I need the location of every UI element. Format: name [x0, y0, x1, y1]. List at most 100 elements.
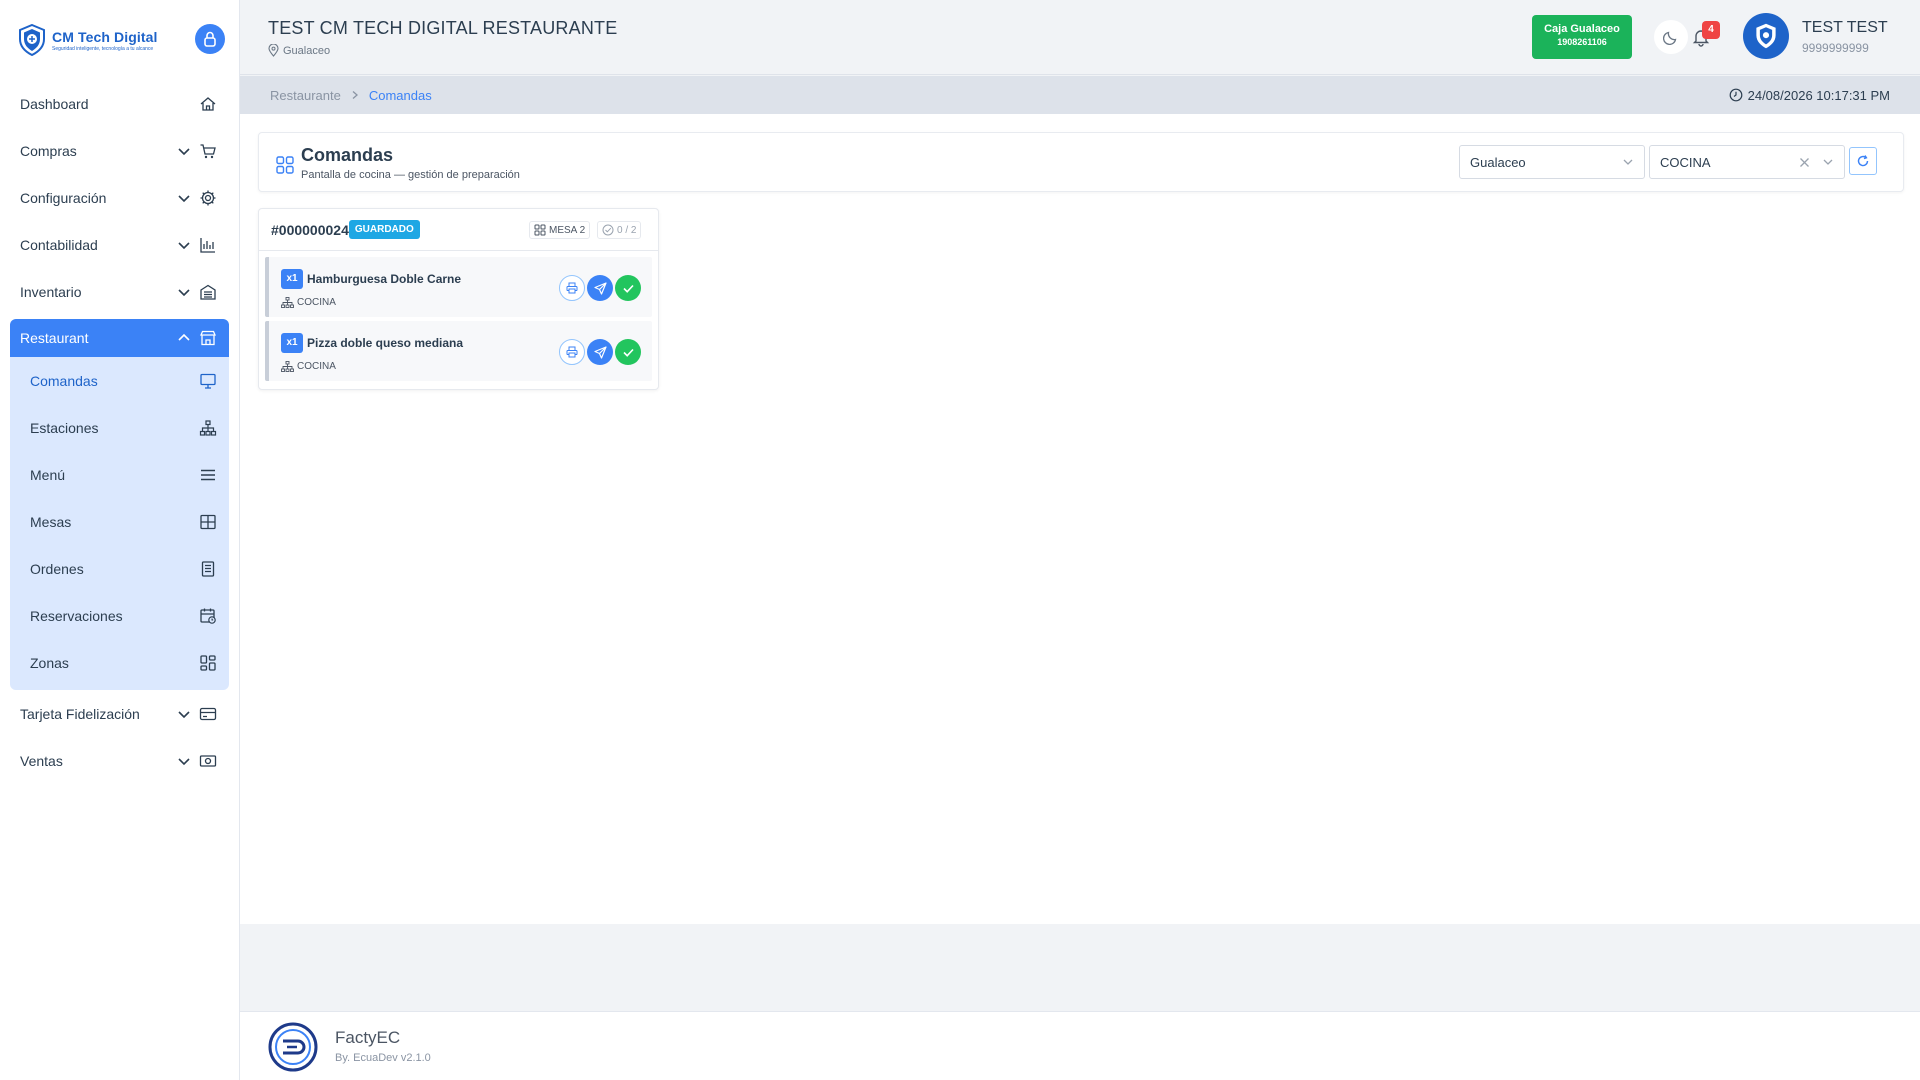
page-title: TEST CM TECH DIGITAL RESTAURANTE — [268, 18, 618, 38]
avatar[interactable] — [1743, 13, 1789, 59]
send-icon — [593, 281, 607, 295]
hierarchy-icon — [199, 419, 217, 436]
check-circle-icon — [602, 224, 614, 236]
breadcrumb-bar: Restaurante Comandas 24/08/2026 10:17:31… — [240, 76, 1920, 114]
progress-label: 0 / 2 — [617, 224, 637, 236]
top-header: TEST CM TECH DIGITAL RESTAURANTE Gualace… — [240, 0, 1920, 75]
sidebar-item-label: Contabilidad — [20, 236, 98, 253]
brand-logo[interactable]: CM Tech Digital Seguridad inteligente, t… — [0, 0, 239, 80]
warehouse-icon — [200, 284, 216, 300]
monitor-icon — [200, 373, 216, 389]
current-datetime: 24/08/2026 10:17:31 PM — [1729, 88, 1890, 103]
station-select-value: COCINA — [1660, 154, 1711, 170]
sidebar-item-configuracion[interactable]: Configuración — [0, 174, 239, 221]
section-title: Comandas — [301, 145, 394, 165]
sidebar-item-comandas[interactable]: Comandas — [10, 357, 229, 404]
datetime-text: 24/08/2026 10:17:31 PM — [1747, 87, 1890, 103]
sidebar-item-tarjeta-fidelizacion[interactable]: Tarjeta Fidelización — [0, 690, 239, 737]
sidebar-item-restaurant[interactable]: Restaurant — [10, 319, 229, 357]
mark-done-button[interactable] — [615, 275, 641, 301]
send-icon — [593, 345, 607, 359]
refresh-button[interactable] — [1849, 147, 1877, 175]
clear-icon[interactable] — [1799, 157, 1810, 168]
send-button[interactable] — [587, 339, 613, 365]
table-label: MESA 2 — [549, 224, 586, 236]
sidebar-item-mesas[interactable]: Mesas — [10, 498, 229, 545]
sidebar-item-estaciones[interactable]: Estaciones — [10, 404, 229, 451]
cash-register-title: Caja Gualaceo — [1544, 23, 1620, 35]
breadcrumb-current: Comandas — [368, 87, 432, 103]
sidebar: CM Tech Digital Seguridad inteligente, t… — [0, 0, 240, 1080]
quantity-badge: x1 — [281, 333, 303, 353]
table-tag: MESA 2 — [529, 221, 591, 239]
main-content: Comandas Pantalla de cocina — gestión de… — [240, 114, 1920, 924]
branch-select[interactable]: Gualaceo — [1459, 145, 1645, 179]
page-header-card: Comandas Pantalla de cocina — gestión de… — [258, 132, 1904, 192]
sidebar-item-label: Tarjeta Fidelización — [20, 705, 140, 722]
sidebar-item-dashboard[interactable]: Dashboard — [0, 80, 239, 127]
zones-grid-icon — [200, 654, 216, 671]
chevron-down-icon — [178, 194, 190, 202]
check-icon — [622, 348, 634, 357]
breadcrumb: Restaurante Comandas — [270, 88, 432, 103]
sidebar-item-label: Estaciones — [30, 419, 99, 436]
cart-icon — [200, 143, 216, 158]
sidebar-item-label: Inventario — [20, 283, 82, 300]
hierarchy-icon — [281, 297, 294, 308]
restaurant-submenu: Comandas Estaciones Menú Mesas Ordenes R… — [10, 357, 229, 690]
moon-icon — [1663, 31, 1677, 45]
sidebar-item-label: Configuración — [20, 189, 107, 206]
quantity-badge: x1 — [281, 269, 303, 289]
breadcrumb-parent[interactable]: Restaurante — [270, 88, 341, 103]
sidebar-item-contabilidad[interactable]: Contabilidad — [0, 221, 239, 268]
cash-register-button[interactable]: Caja Gualaceo 1908261106 — [1532, 15, 1632, 59]
print-button[interactable] — [559, 275, 585, 301]
order-item: x1 Pizza doble queso mediana COCINA — [265, 321, 652, 381]
calendar-clock-icon — [200, 608, 216, 624]
sidebar-item-label: Restaurant — [20, 330, 89, 346]
print-button[interactable] — [559, 339, 585, 365]
sidebar-item-reservaciones[interactable]: Reservaciones — [10, 592, 229, 639]
hierarchy-icon — [281, 361, 294, 372]
chevron-right-icon — [352, 91, 358, 99]
lock-button[interactable] — [195, 24, 225, 54]
sidebar-item-label: Menú — [30, 466, 66, 483]
theme-toggle-button[interactable] — [1654, 20, 1688, 54]
gear-icon — [200, 190, 216, 205]
money-icon — [199, 754, 217, 767]
sidebar-item-zonas[interactable]: Zonas — [10, 639, 229, 686]
sidebar-item-ordenes[interactable]: Ordenes — [10, 545, 229, 592]
menu-lines-icon — [201, 469, 215, 480]
printer-icon — [566, 282, 578, 294]
table-grid-icon — [534, 224, 546, 236]
footer-version: By. EcuaDev v2.1.0 — [335, 1052, 431, 1064]
user-name[interactable]: TEST TEST — [1802, 19, 1888, 37]
factyec-logo-icon — [268, 1022, 318, 1072]
sidebar-item-ventas[interactable]: Ventas — [0, 737, 239, 784]
sidebar-item-label: Zonas — [30, 654, 69, 671]
store-icon — [200, 330, 216, 346]
station-select[interactable]: COCINA — [1649, 145, 1845, 179]
item-name: Pizza doble queso mediana — [307, 336, 464, 350]
status-badge: GUARDADO — [348, 220, 420, 239]
mark-done-button[interactable] — [615, 339, 641, 365]
refresh-icon — [1857, 155, 1869, 167]
chevron-up-icon — [178, 333, 190, 341]
check-icon — [622, 284, 634, 293]
sidebar-item-inventario[interactable]: Inventario — [0, 268, 239, 315]
chevron-down-icon — [178, 241, 190, 249]
item-station-label: COCINA — [297, 361, 336, 372]
sidebar-item-menu[interactable]: Menú — [10, 451, 229, 498]
item-station: COCINA — [281, 361, 336, 372]
sidebar-item-compras[interactable]: Compras — [0, 127, 239, 174]
chevron-down-icon — [178, 288, 190, 296]
notification-count-badge: 4 — [1702, 21, 1720, 39]
grid-icon — [276, 156, 294, 174]
order-ticket-header: #000000024 GUARDADO MESA 2 0 / 2 — [259, 209, 658, 251]
sidebar-item-label: Mesas — [30, 513, 72, 530]
card-icon — [199, 707, 217, 720]
sidebar-item-label: Ordenes — [30, 560, 84, 577]
send-button[interactable] — [587, 275, 613, 301]
brand-title: CM Tech Digital — [52, 28, 158, 45]
sidebar-nav: Dashboard Compras Configuración Contabil… — [0, 80, 239, 357]
